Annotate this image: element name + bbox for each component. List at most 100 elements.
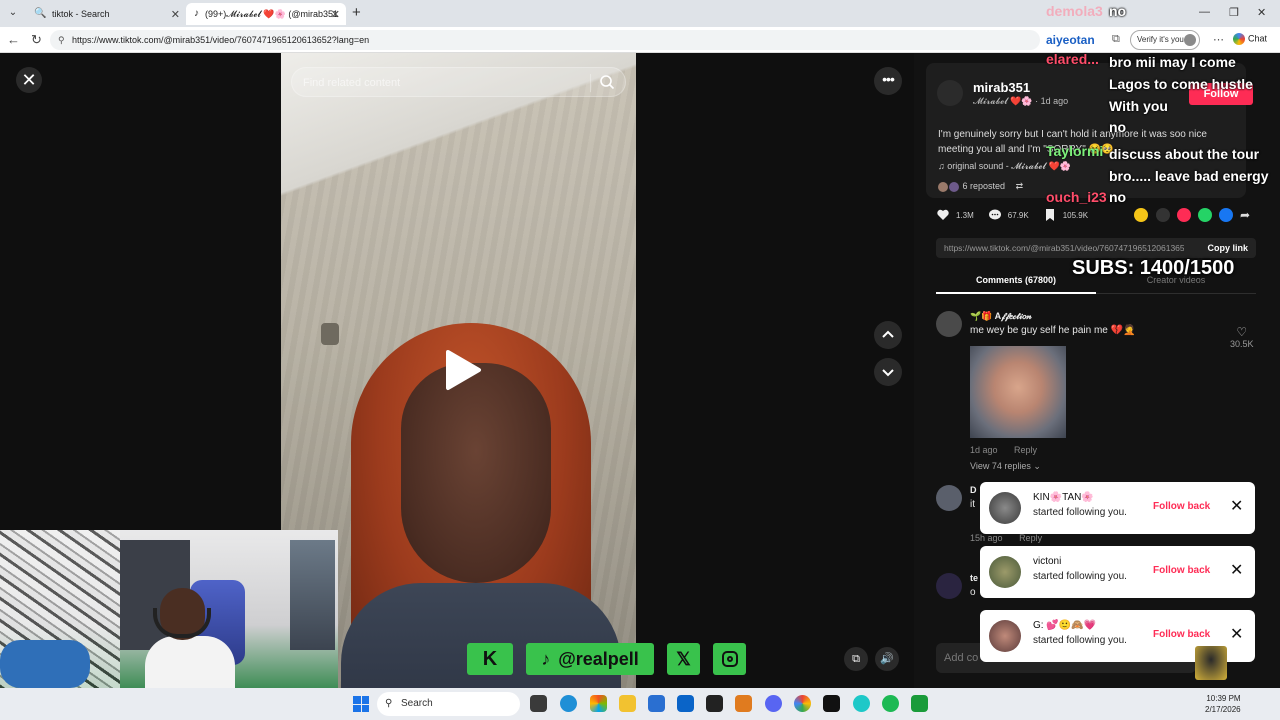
browser-tab-search[interactable]: 🔍 tiktok - Search ✕ [26, 3, 186, 25]
search-icon: 🔍 [34, 8, 47, 19]
spotify-icon[interactable] [882, 695, 899, 712]
webcam-streamer [145, 588, 235, 688]
site-info-icon[interactable]: ⚲ [58, 30, 65, 50]
close-tab-icon[interactable]: ✕ [331, 8, 340, 21]
comment-image[interactable] [970, 346, 1066, 438]
close-video-button[interactable]: ✕ [16, 67, 42, 93]
url-field[interactable]: ⚲ https://www.tiktok.com/@mirab351/video… [50, 30, 1040, 50]
instagram-icon [721, 651, 738, 667]
send-to-friends-icon[interactable] [1177, 208, 1191, 222]
follower-name[interactable]: G: 💕🙂🙈💗 [1033, 620, 1096, 631]
author-avatar[interactable] [937, 80, 963, 106]
commenter-avatar[interactable] [936, 485, 962, 511]
play-icon[interactable] [444, 349, 482, 391]
more-icon[interactable]: ⋯ [1213, 33, 1224, 46]
back-button[interactable]: ← [7, 32, 20, 47]
copy-link-button[interactable]: Copy link [1207, 238, 1248, 258]
new-tab-button[interactable]: + [352, 4, 361, 21]
follower-avatar[interactable] [989, 620, 1021, 652]
commenter-name[interactable]: 🌱🎁 A𝒻𝒻𝑒𝒸𝓉𝒾𝑜𝓃 [970, 311, 1032, 322]
chat-message: discuss about the tour bro..... leave ba… [1109, 146, 1269, 184]
close-icon[interactable]: ✕ [1230, 561, 1243, 581]
volume-icon[interactable]: 🔊 [875, 647, 899, 671]
task-view-icon[interactable] [530, 695, 547, 712]
follower-name[interactable]: victoni [1033, 556, 1061, 567]
capcut-icon[interactable] [823, 695, 840, 712]
chat-message: no [1109, 3, 1127, 19]
picture-in-picture-icon[interactable]: ⧉ [844, 647, 868, 671]
follower-avatar[interactable] [989, 556, 1021, 588]
chat-label: Chat [1248, 33, 1268, 44]
like-count: 1.3M [956, 210, 974, 220]
author-username[interactable]: mirab351 [973, 80, 1030, 95]
next-video-button[interactable] [874, 358, 902, 386]
obs-icon[interactable] [706, 695, 723, 712]
chrome-icon[interactable] [794, 695, 811, 712]
related-content-search[interactable]: Find related content [291, 67, 626, 97]
discord-icon[interactable] [765, 695, 782, 712]
reply-button[interactable]: Reply [1014, 445, 1037, 455]
split-screen-icon[interactable]: ⧉ [1112, 33, 1120, 46]
follow-back-button[interactable]: Follow back [1153, 629, 1210, 640]
follower-avatar[interactable] [989, 492, 1021, 524]
reposted-count: 6 reposted [962, 181, 1006, 191]
tab-search-dropdown[interactable]: ⌄ [5, 5, 21, 21]
close-icon[interactable]: ✕ [1230, 625, 1243, 645]
restore-button[interactable]: ❐ [1229, 6, 1239, 19]
copilot-icon[interactable] [590, 695, 607, 712]
follow-back-button[interactable]: Follow back [1153, 501, 1210, 512]
reload-button[interactable]: ↻ [31, 32, 42, 48]
commenter-avatar[interactable] [936, 311, 962, 337]
share-icon[interactable]: ➦ [1240, 208, 1254, 222]
previous-video-button[interactable] [874, 321, 902, 349]
clock-date: 2/17/2026 [1205, 705, 1241, 714]
embed-icon[interactable] [1156, 208, 1170, 222]
follow-back-button[interactable]: Follow back [1153, 565, 1210, 576]
outlook-icon[interactable] [677, 695, 694, 712]
commenter-name[interactable]: D [970, 485, 977, 495]
tiktok-handle-badge: ♪ @realpell [526, 643, 654, 675]
webcam-poster [290, 540, 335, 650]
app-icon[interactable] [911, 695, 928, 712]
comment-stat[interactable]: 67.9K [988, 207, 1029, 223]
follower-name[interactable]: KIN🌸TAN🌸 [1033, 492, 1094, 503]
post-sound[interactable]: ♫ original sound - 𝓜𝓲𝓻𝓪𝓫𝓮𝓵 ❤️🌸 [938, 161, 1071, 172]
close-window-button[interactable]: ✕ [1257, 6, 1266, 19]
notification-text: started following you. [1033, 571, 1127, 582]
reposted-row[interactable]: 6 reposted ⇄ [938, 181, 1023, 192]
search-icon: ⚲ [385, 698, 393, 709]
verify-identity-button[interactable]: Verify it's you [1130, 30, 1200, 50]
more-options-button[interactable]: ••• [874, 67, 902, 95]
windows-start-icon[interactable] [353, 696, 369, 712]
facebook-icon[interactable] [1219, 208, 1233, 222]
save-stat[interactable]: 105.9K [1043, 207, 1088, 223]
close-icon[interactable]: ✕ [1230, 497, 1243, 517]
system-clock[interactable]: 10:39 PM 2/17/2026 [1205, 693, 1241, 715]
app-icon[interactable] [735, 695, 752, 712]
copilot-chat-button[interactable]: Chat [1233, 33, 1267, 45]
taskbar-search[interactable]: ⚲ Search [377, 692, 520, 716]
edge-icon[interactable] [560, 695, 577, 712]
search-icon[interactable] [599, 74, 615, 90]
video-link[interactable]: https://www.tiktok.com/@mirab351/video/7… [944, 238, 1184, 258]
follow-notification: KIN🌸TAN🌸 started following you. Follow b… [980, 482, 1255, 534]
like-stat[interactable]: 1.3M [936, 207, 974, 223]
file-explorer-icon[interactable] [619, 695, 636, 712]
reply-button[interactable]: Reply [1019, 533, 1042, 543]
comment-like[interactable]: ♡ 30.5K [1230, 325, 1254, 349]
commenter-name[interactable]: te [970, 573, 978, 583]
reposter-avatar [938, 181, 948, 192]
whatsapp-icon[interactable] [1198, 208, 1212, 222]
tiktok-icon: ♪ [541, 648, 551, 669]
commenter-avatar[interactable] [936, 573, 962, 599]
bookmark-icon [1045, 209, 1054, 221]
minimize-button[interactable]: — [1199, 6, 1210, 18]
store-icon[interactable] [648, 695, 665, 712]
browser-tab-video[interactable]: ♪ (99+)𝓜𝓲𝓻𝓪𝓫𝓮𝓵 ❤️🌸 (@mirab351 ✕ [186, 3, 346, 25]
chevron-down-icon: ⌄ [1033, 461, 1041, 471]
app-icon[interactable] [853, 695, 870, 712]
comment-time: 1d ago [970, 445, 998, 455]
close-tab-icon[interactable]: ✕ [171, 8, 180, 21]
emoji-icon[interactable] [1134, 208, 1148, 222]
view-replies-button[interactable]: View 74 replies ⌄ [970, 461, 1041, 472]
